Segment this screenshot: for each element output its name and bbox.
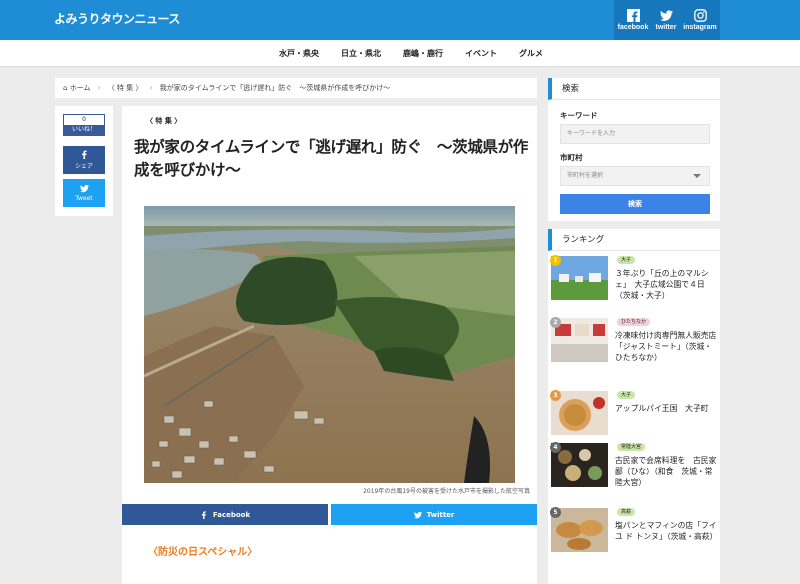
like-count: 0 xyxy=(64,115,104,125)
rank-number: 5 xyxy=(550,507,561,518)
twitter-icon xyxy=(659,10,673,21)
ranking-title: ３年ぶり「丘の上のマルシェ」 大子広域公園で４日（茨城・大子） xyxy=(615,269,709,300)
keyword-input[interactable]: キーワードを入力 xyxy=(560,124,710,144)
facebook-link[interactable]: facebook xyxy=(614,0,652,40)
city-label: 市町村 xyxy=(560,153,583,162)
share-twitter-button[interactable]: Twitter xyxy=(331,504,537,525)
area-badge: 高萩 xyxy=(617,508,636,516)
main-nav: 水戸・県央 日立・県北 鹿嶋・鹿行 イベント グルメ xyxy=(0,40,800,67)
ranking-item[interactable]: 2 ひたちなか 冷凍味付け肉専門無人販売店 「ジャストミート」（茨城・ひたちなか… xyxy=(550,317,725,378)
ranking-title: 冷凍味付け肉専門無人販売店 「ジャストミート」（茨城・ひたちなか） xyxy=(615,331,725,362)
nav-item-mito[interactable]: 水戸・県央 xyxy=(268,40,330,66)
like-label: いいね！ xyxy=(64,125,104,135)
tweet-button[interactable]: Tweet xyxy=(63,179,105,207)
chevron-right-icon: › xyxy=(149,84,153,92)
facebook-icon xyxy=(626,9,640,22)
article: 〈 特 集 〉 我が家のタイムラインで「逃げ遅れ」防ぐ 〜茨城県が作成を呼びかけ… xyxy=(122,106,537,584)
photo-caption: 2019年の台風19号の被害を受けた水戸市を撮影した航空写真 xyxy=(363,488,530,495)
twitter-link[interactable]: twitter xyxy=(652,0,680,40)
facebook-label: facebook xyxy=(617,24,649,31)
ranking-item[interactable]: 3 大子 アップルパイ王国 大子町 xyxy=(550,390,717,451)
site-logo[interactable]: よみうりタウンニュース xyxy=(54,10,180,27)
social-links: facebook twitter instagram xyxy=(614,0,720,40)
ranking-title: 古民家で会席料理を 古民家 鄙（ひな）（和食 茨城・常陸大宮） xyxy=(615,456,717,487)
share-twitter-label: Twitter xyxy=(426,510,455,519)
share-facebook-button[interactable]: Facebook xyxy=(122,504,328,525)
article-photo xyxy=(144,206,515,483)
area-badge: 大子 xyxy=(617,391,636,399)
instagram-link[interactable]: instagram xyxy=(680,0,720,40)
area-badge: ひたちなか xyxy=(617,318,651,326)
search-button[interactable]: 検索 xyxy=(560,194,710,214)
ranking-title: 塩パンとマフィンの店「フイユ ド トンヌ」（茨城・高萩） xyxy=(615,521,718,541)
flood-aerial-photo xyxy=(144,206,515,483)
like-button[interactable]: 0 いいね！ xyxy=(63,114,105,136)
breadcrumb-current: 我が家のタイムラインで「逃げ遅れ」防ぐ 〜茨城県が作成を呼びかけ〜 xyxy=(159,84,391,92)
rank-number: 4 xyxy=(550,442,561,453)
ranking-title: アップルパイ王国 大子町 xyxy=(615,404,709,413)
instagram-label: instagram xyxy=(683,24,717,31)
site-header: よみうりタウンニュース facebook twitter instagram xyxy=(0,0,800,40)
search-heading: 検索 xyxy=(548,78,720,100)
rank-number: 1 xyxy=(550,255,561,266)
area-badge: 常陸大宮 xyxy=(617,443,646,451)
ranking-widget: ランキング 1 大子 ３年ぶり「丘の上のマルシェ」 大子広域公園で４日（茨城・大… xyxy=(548,229,725,584)
nav-item-event[interactable]: イベント xyxy=(454,40,508,66)
nav-item-kashima[interactable]: 鹿嶋・鹿行 xyxy=(392,40,454,66)
twitter-label: twitter xyxy=(655,24,677,31)
rank-number: 2 xyxy=(550,317,561,328)
share-label: シェア xyxy=(74,163,93,170)
breadcrumb: ⌂ ホーム › 〈 特 集 〉 › 我が家のタイムラインで「逃げ遅れ」防ぐ 〜茨… xyxy=(55,78,537,98)
area-badge: 大子 xyxy=(617,256,636,264)
twitter-icon xyxy=(79,184,89,193)
instagram-icon xyxy=(693,9,707,22)
article-tag: 〈 特 集 〉 xyxy=(146,117,182,125)
article-title: 我が家のタイムラインで「逃げ遅れ」防ぐ 〜茨城県が作成を呼びかけ〜 xyxy=(134,138,529,179)
ranking-item[interactable]: 4 常陸大宮 古民家で会席料理を 古民家 鄙（ひな）（和食 茨城・常陸大宮） xyxy=(550,442,717,503)
share-facebook-label: Facebook xyxy=(212,510,251,519)
facebook-icon xyxy=(81,150,87,159)
ranking-item[interactable]: 1 大子 ３年ぶり「丘の上のマルシェ」 大子広域公園で４日（茨城・大子） xyxy=(550,255,717,316)
breadcrumb-category[interactable]: 〈 特 集 〉 xyxy=(108,84,143,92)
chevron-right-icon: › xyxy=(97,84,101,92)
share-sidebar: 0 いいね！ シェア Tweet xyxy=(55,106,113,216)
rank-number: 3 xyxy=(550,390,561,401)
article-subhead: 〈防災の日スペシャル〉 xyxy=(148,547,258,558)
share-bar: Facebook Twitter xyxy=(122,504,537,525)
city-select-value: 市町村を選択 xyxy=(567,172,604,179)
breadcrumb-home[interactable]: ホーム xyxy=(70,84,91,92)
ranking-item[interactable]: 5 高萩 塩パンとマフィンの店「フイユ ド トンヌ」（茨城・高萩） xyxy=(550,507,718,568)
city-select[interactable]: 市町村を選択 xyxy=(560,166,710,186)
search-widget: 検索 キーワード キーワードを入力 市町村 市町村を選択 検索 xyxy=(548,78,720,221)
nav-item-hitachi[interactable]: 日立・県北 xyxy=(330,40,392,66)
tweet-label: Tweet xyxy=(75,195,93,202)
facebook-share-button[interactable]: シェア xyxy=(63,146,105,174)
nav-item-gourmet[interactable]: グルメ xyxy=(508,40,554,66)
ranking-heading: ランキング xyxy=(548,229,720,251)
keyword-label: キーワード xyxy=(560,111,598,120)
home-icon: ⌂ xyxy=(63,84,68,92)
chevron-down-icon xyxy=(693,174,701,178)
facebook-icon xyxy=(201,510,206,519)
twitter-icon xyxy=(413,511,422,518)
